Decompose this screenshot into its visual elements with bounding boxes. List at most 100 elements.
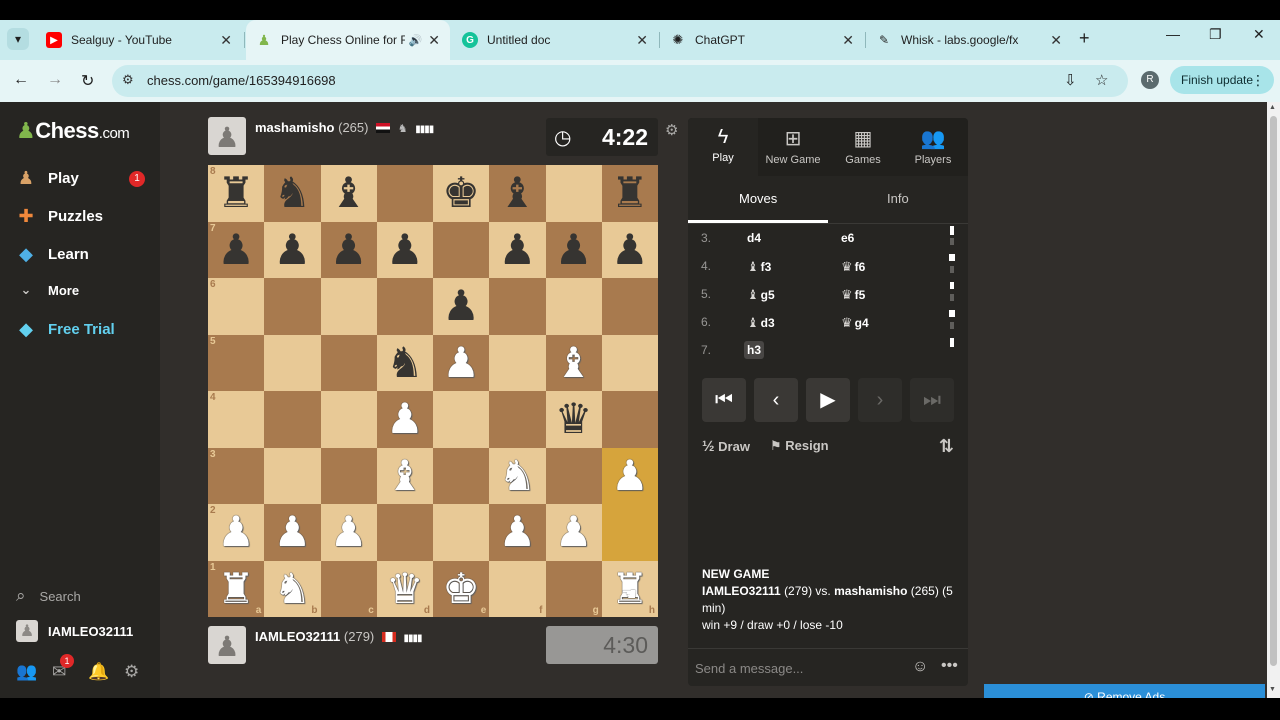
square-d6[interactable] <box>376 278 433 335</box>
square-e8[interactable]: ♚ <box>433 165 490 222</box>
square-f1[interactable]: f <box>489 560 546 617</box>
black-move[interactable]: ♛ g4 <box>841 315 869 331</box>
square-h6[interactable] <box>601 278 658 335</box>
sidebar-user[interactable]: ♟ IAMLEO32111 <box>16 620 133 642</box>
square-d5[interactable]: ♞ <box>376 334 433 391</box>
square-a4[interactable]: 4 <box>208 391 265 448</box>
chat-input-bar[interactable]: Send a message... ☺ ••• <box>688 648 968 686</box>
square-f2[interactable]: ♟ <box>489 504 546 561</box>
black-pawn-icon[interactable]: ♟ <box>330 228 368 271</box>
reload-icon[interactable]: ↻ <box>81 71 94 91</box>
square-b3[interactable] <box>264 447 321 504</box>
minimize-button[interactable]: — <box>1166 26 1180 42</box>
tab-games[interactable]: ▦ Games <box>828 118 898 176</box>
install-app-icon[interactable]: ⇩ <box>1064 71 1077 89</box>
avatar[interactable]: ♟ <box>208 117 246 155</box>
white-bishop-icon[interactable]: ♝ <box>555 341 593 384</box>
black-pawn-icon[interactable]: ♟ <box>386 228 424 271</box>
square-d2[interactable] <box>376 504 433 561</box>
close-icon[interactable]: ✕ <box>842 32 854 49</box>
mail-icon[interactable]: ✉ 1 <box>52 654 74 682</box>
square-g4[interactable]: ♛ <box>545 391 602 448</box>
new-game-black-player[interactable]: mashamisho <box>834 584 907 598</box>
speaker-icon[interactable]: 🔊 <box>409 34 423 47</box>
square-d1[interactable]: d ♛ <box>376 560 433 617</box>
tab-whisk[interactable]: ✎ Whisk - labs.google/fx ✕ <box>866 20 1072 60</box>
tab-info[interactable]: Info <box>887 191 909 206</box>
remove-ads-button[interactable]: ⊘ Remove Ads <box>984 684 1265 698</box>
white-pawn-icon[interactable]: ♟ <box>442 341 480 384</box>
square-a5[interactable]: 5 <box>208 334 265 391</box>
draw-button[interactable]: ½ Draw <box>702 438 750 455</box>
tab-chatgpt[interactable]: ✺ ChatGPT ✕ <box>660 20 864 60</box>
square-f8[interactable]: ♝ <box>489 165 546 222</box>
flip-board-icon[interactable]: ⇅ <box>939 436 954 457</box>
white-move[interactable]: ♝ d3 <box>747 315 775 331</box>
bell-icon[interactable]: 🔔 <box>88 662 109 682</box>
square-f7[interactable]: ♟ <box>489 221 546 278</box>
square-d8[interactable] <box>376 165 433 222</box>
chess-com-logo[interactable]: ♟Chess.com <box>16 118 130 144</box>
next-move-button[interactable]: › <box>858 378 902 422</box>
square-f5[interactable] <box>489 334 546 391</box>
square-h4[interactable] <box>601 391 658 448</box>
square-c7[interactable]: ♟ <box>320 221 377 278</box>
square-d4[interactable]: ♟ <box>376 391 433 448</box>
close-window-button[interactable]: ✕ <box>1253 26 1265 43</box>
kebab-menu-icon[interactable]: ⋮ <box>1251 66 1265 94</box>
close-icon[interactable]: ✕ <box>636 32 648 49</box>
square-c1[interactable]: c <box>320 560 377 617</box>
square-h8[interactable]: ♜ <box>601 165 658 222</box>
square-c6[interactable] <box>320 278 377 335</box>
square-g2[interactable]: ♟ <box>545 504 602 561</box>
square-a1[interactable]: 1 a ♜ <box>208 560 265 617</box>
square-c5[interactable] <box>320 334 377 391</box>
white-move[interactable]: ♝ g5 <box>747 287 775 303</box>
square-e5[interactable]: ♟ <box>433 334 490 391</box>
white-knight-icon[interactable]: ♞ <box>499 454 537 497</box>
square-b4[interactable] <box>264 391 321 448</box>
scroll-up-arrow-icon[interactable]: ▲ <box>1269 104 1276 111</box>
square-b8[interactable]: ♞ <box>264 165 321 222</box>
black-pawn-icon[interactable]: ♟ <box>217 228 255 271</box>
white-pawn-icon[interactable]: ♟ <box>330 511 368 553</box>
close-icon[interactable]: ✕ <box>220 32 232 49</box>
white-move[interactable]: ♝ f3 <box>747 259 771 275</box>
white-knight-icon[interactable]: ♞ <box>274 567 312 610</box>
square-b1[interactable]: b ♞ <box>264 560 321 617</box>
board-settings-gear-icon[interactable]: ⚙ <box>665 121 678 139</box>
black-knight-icon[interactable]: ♞ <box>386 341 424 384</box>
white-pawn-icon[interactable]: ♟ <box>274 511 312 553</box>
square-h2[interactable] <box>601 504 658 561</box>
square-c2[interactable]: ♟ <box>320 504 377 561</box>
close-icon[interactable]: ✕ <box>428 32 440 49</box>
sidebar-item-free-trial[interactable]: ◆ Free Trial <box>14 319 115 340</box>
more-dots-icon[interactable]: ••• <box>941 657 958 675</box>
tab-players[interactable]: 👥 Players <box>898 118 968 176</box>
bookmark-star-icon[interactable]: ☆ <box>1095 71 1108 89</box>
page-scrollbar[interactable]: ▲ ▼ <box>1267 102 1280 698</box>
black-pawn-icon[interactable]: ♟ <box>442 285 480 327</box>
square-f6[interactable] <box>489 278 546 335</box>
profile-avatar[interactable]: R <box>1141 71 1159 89</box>
square-g7[interactable]: ♟ <box>545 221 602 278</box>
square-c8[interactable]: ♝ <box>320 165 377 222</box>
black-pawn-icon[interactable]: ♟ <box>611 228 649 271</box>
tab-new-game[interactable]: ⊞ New Game <box>758 118 828 176</box>
square-c4[interactable] <box>320 391 377 448</box>
black-rook-icon[interactable]: ♜ <box>217 172 255 214</box>
square-e7[interactable] <box>433 221 490 278</box>
square-b5[interactable] <box>264 334 321 391</box>
white-queen-icon[interactable]: ♛ <box>386 567 424 610</box>
tab-youtube[interactable]: ▶ Sealguy - YouTube ✕ <box>36 20 242 60</box>
address-bar[interactable]: ⚙ chess.com/game/165394916698 ⇩ ☆ <box>112 65 1128 97</box>
square-c3[interactable] <box>320 447 377 504</box>
top-player-name[interactable]: mashamisho <box>255 120 334 135</box>
square-h5[interactable] <box>601 334 658 391</box>
black-move[interactable]: ♛ f5 <box>841 287 865 303</box>
tab-untitled-doc[interactable]: G Untitled doc ✕ <box>452 20 658 60</box>
black-pawn-icon[interactable]: ♟ <box>274 228 312 271</box>
sidebar-item-puzzles[interactable]: ✚ Puzzles <box>14 206 103 227</box>
finish-update-button[interactable]: Finish update ⋮ <box>1170 66 1274 94</box>
back-arrow-icon[interactable]: ← <box>13 71 29 89</box>
